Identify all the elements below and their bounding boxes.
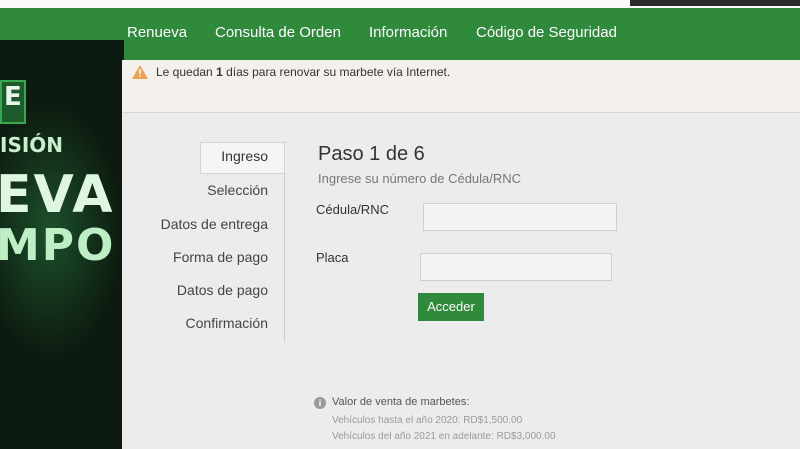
- placa-input[interactable]: [420, 253, 612, 281]
- banner-text-tiempo: MPO: [0, 220, 116, 271]
- nav-codigo-seguridad[interactable]: Código de Seguridad: [476, 24, 617, 41]
- banner-letter: E: [4, 82, 22, 112]
- info-icon: i: [314, 397, 326, 409]
- banner-text-nueva: EVA: [0, 165, 115, 225]
- page-title: Paso 1 de 6: [318, 143, 425, 165]
- step-forma-pago[interactable]: Forma de pago: [173, 249, 268, 265]
- step-datos-pago[interactable]: Datos de pago: [177, 282, 268, 298]
- price-info-line-1: Vehículos hasta el año 2020: RD$1,500.00: [332, 415, 523, 426]
- banner-text-vision: ISIÓN: [0, 133, 64, 157]
- acceder-button[interactable]: Acceder: [418, 293, 484, 321]
- top-strip-dark: [630, 0, 800, 6]
- nav-consulta-orden[interactable]: Consulta de Orden: [215, 24, 341, 41]
- alert-message: Le quedan 1 días para renovar su marbete…: [156, 65, 450, 79]
- price-info-title: Valor de venta de marbetes:: [332, 396, 470, 408]
- alert-bar: Le quedan 1 días para renovar su marbete…: [122, 60, 800, 113]
- placa-label: Placa: [316, 250, 349, 265]
- cedula-input[interactable]: [423, 203, 617, 231]
- steps-sidebar: Ingreso Selección Datos de entrega Forma…: [150, 142, 285, 342]
- step-ingreso[interactable]: Ingreso: [221, 148, 268, 164]
- alert-days: 1: [216, 65, 223, 79]
- page-subtitle: Ingrese su número de Cédula/RNC: [318, 171, 522, 186]
- alert-text-before: Le quedan: [156, 65, 217, 79]
- warning-icon: [132, 65, 148, 79]
- background-banner: E ISIÓN EVA MPO: [0, 40, 124, 449]
- alert-text-after: días para renovar su marbete vía Interne…: [222, 65, 451, 79]
- step-seleccion[interactable]: Selección: [207, 182, 268, 198]
- banner-logo-box: E: [0, 80, 26, 124]
- price-info-line-2: Vehículos del año 2021 en adelante: RD$3…: [332, 431, 556, 442]
- cedula-label: Cédula/RNC: [316, 202, 389, 217]
- nav-informacion[interactable]: Información: [369, 24, 447, 41]
- step-confirmacion[interactable]: Confirmación: [186, 315, 268, 331]
- step-datos-entrega[interactable]: Datos de entrega: [161, 216, 268, 232]
- nav-renueva[interactable]: Renueva: [127, 24, 187, 41]
